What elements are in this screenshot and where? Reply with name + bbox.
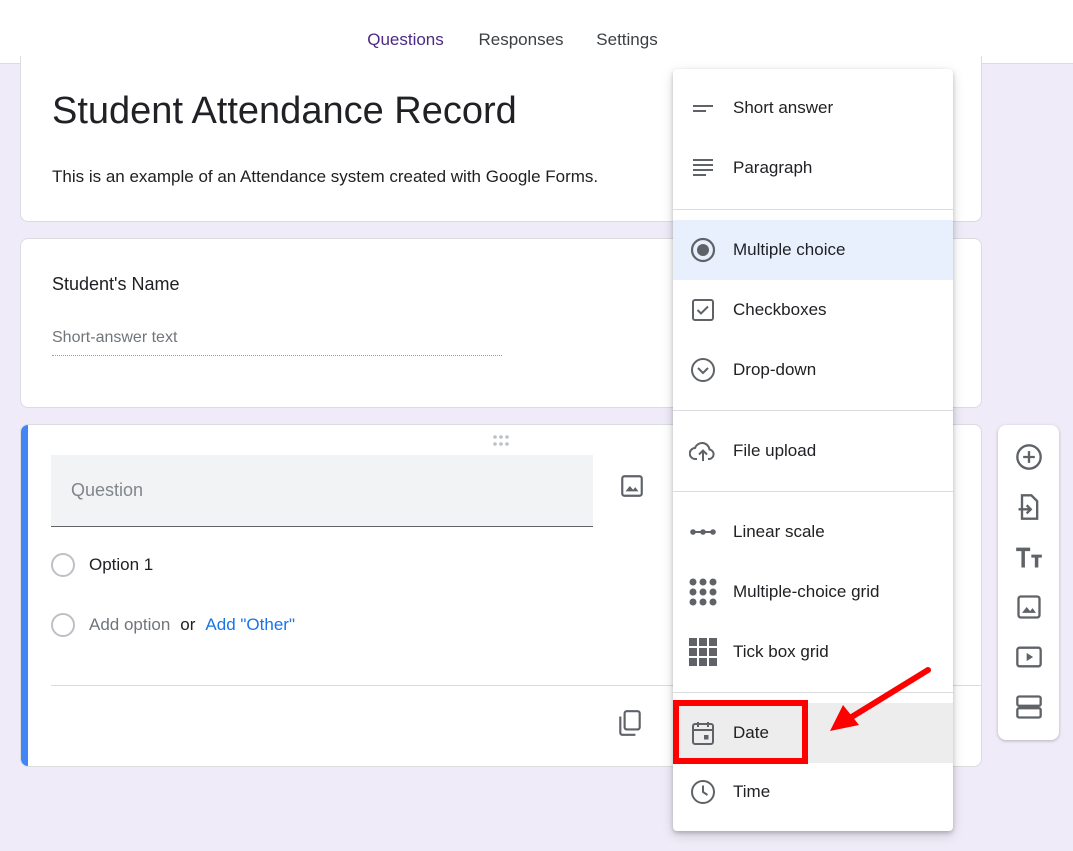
menu-item-time[interactable]: Time <box>673 762 953 822</box>
add-image-icon[interactable] <box>1015 593 1043 621</box>
menu-item-label: Drop-down <box>733 360 817 379</box>
menu-item-label: Linear scale <box>733 522 825 541</box>
option-label[interactable]: Option 1 <box>89 555 153 575</box>
menu-separator <box>673 209 953 210</box>
menu-item-label: Tick box grid <box>733 642 829 661</box>
menu-separator <box>673 491 953 492</box>
radio-button-icon <box>689 236 717 264</box>
menu-item-label: Checkboxes <box>733 300 827 319</box>
menu-item-checkboxes[interactable]: Checkboxes <box>673 280 953 340</box>
highlight-box <box>673 700 808 764</box>
short-answer-placeholder: Short-answer text <box>52 329 502 356</box>
add-image-icon[interactable] <box>619 473 645 499</box>
menu-item-label: File upload <box>733 441 817 460</box>
paragraph-icon <box>689 154 717 182</box>
linear-scale-icon <box>689 518 717 546</box>
add-question-icon[interactable] <box>1015 443 1043 471</box>
add-other-link[interactable]: Add "Other" <box>205 615 295 635</box>
add-video-icon[interactable] <box>1015 643 1043 671</box>
menu-item-short-answer[interactable]: Short answer <box>673 78 953 138</box>
floating-toolbar <box>998 425 1059 740</box>
or-label: or <box>180 615 196 634</box>
add-section-icon[interactable] <box>1015 693 1043 721</box>
red-arrow-annotation <box>830 667 931 731</box>
menu-item-label: Short answer <box>733 98 834 117</box>
menu-item-label: Multiple-choice grid <box>733 582 880 601</box>
radio-icon <box>51 613 75 637</box>
form-description[interactable]: This is an example of an Attendance syst… <box>52 167 598 187</box>
option-row[interactable]: Option 1 <box>51 552 153 578</box>
menu-separator <box>673 410 953 411</box>
menu-item-label: Multiple choice <box>733 240 846 259</box>
checkbox-icon <box>689 296 717 324</box>
clock-icon <box>689 778 717 806</box>
add-option-row: Add option or Add "Other" <box>51 612 295 638</box>
menu-item-linear-scale[interactable]: Linear scale <box>673 502 953 562</box>
import-questions-icon[interactable] <box>1015 493 1043 521</box>
menu-item-paragraph[interactable]: Paragraph <box>673 138 953 198</box>
add-option-button[interactable]: Add option <box>89 615 170 635</box>
short-answer-icon <box>689 94 717 122</box>
tab-responses[interactable]: Responses <box>468 0 574 64</box>
square-grid-icon <box>689 638 717 666</box>
question-title: Student's Name <box>52 274 180 294</box>
cloud-upload-icon <box>689 437 717 465</box>
menu-item-drop-down[interactable]: Drop-down <box>673 340 953 400</box>
drag-handle-icon[interactable] <box>493 435 513 447</box>
add-title-icon[interactable] <box>1015 543 1043 571</box>
tab-settings[interactable]: Settings <box>584 0 670 64</box>
menu-item-multiple-choice[interactable]: Multiple choice <box>673 220 953 280</box>
dropdown-circle-icon <box>689 356 717 384</box>
menu-item-multiple-choice-grid[interactable]: Multiple-choice grid <box>673 562 953 622</box>
duplicate-icon[interactable] <box>617 709 643 737</box>
menu-item-label: Time <box>733 782 771 801</box>
form-title[interactable]: Student Attendance Record <box>52 90 517 133</box>
question-input[interactable]: Question <box>51 455 593 527</box>
menu-item-file-upload[interactable]: File upload <box>673 421 953 481</box>
top-tab-bar: Questions Responses Settings <box>0 0 1073 64</box>
menu-item-label: Paragraph <box>733 158 813 177</box>
radio-icon <box>51 553 75 577</box>
tab-questions[interactable]: Questions <box>351 0 460 64</box>
dot-grid-icon <box>689 578 717 606</box>
